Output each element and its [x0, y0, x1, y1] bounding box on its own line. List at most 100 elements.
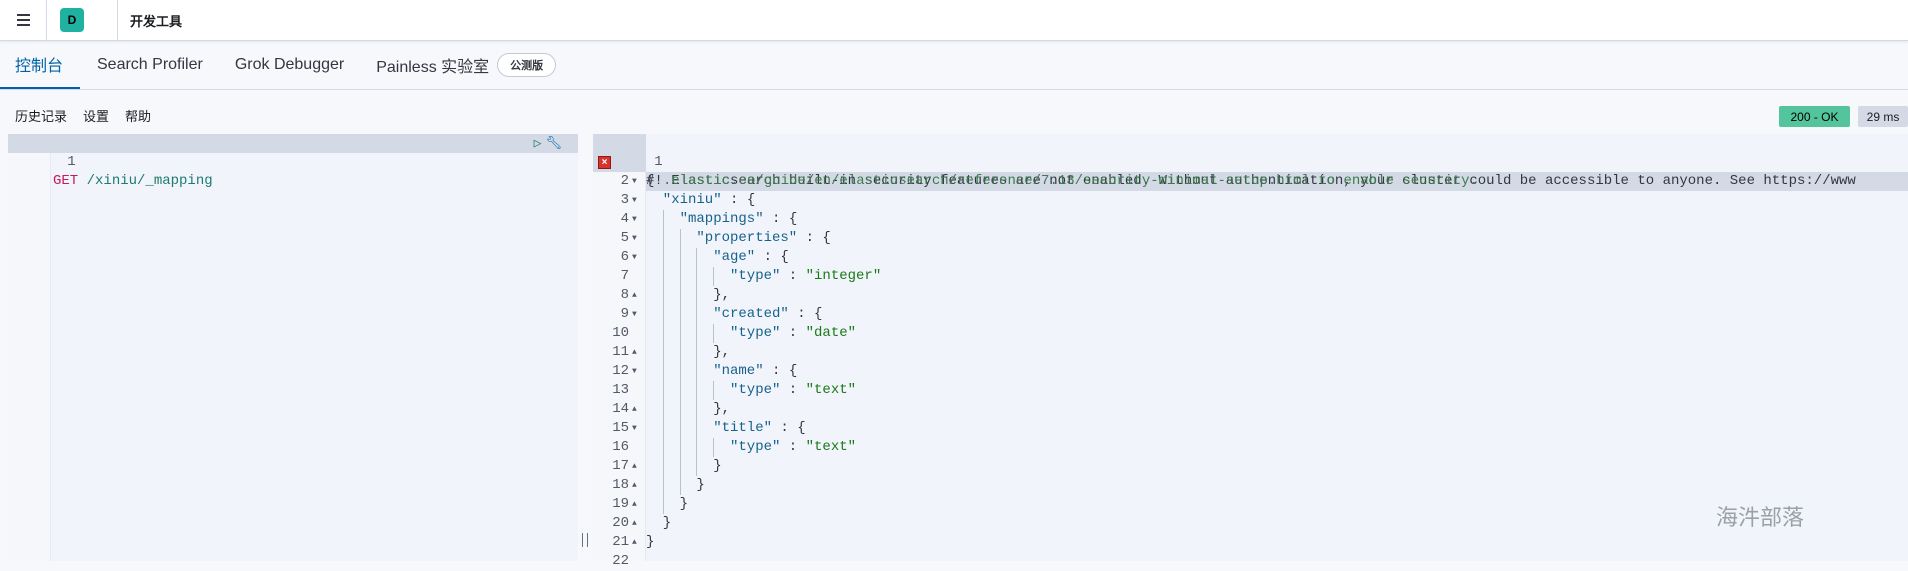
indent-guide — [646, 457, 663, 476]
fold-up-fold-icon[interactable]: ▲ — [632, 457, 637, 476]
indent-guide — [662, 381, 680, 400]
code-text: "properties" : { — [646, 229, 831, 248]
panel-resize-handle[interactable] — [582, 533, 588, 547]
beta-badge: 公测版 — [497, 53, 557, 77]
response-line: 19 ▲} — [593, 495, 1908, 514]
response-line: 9 ▼ "created" : { — [593, 305, 1908, 324]
help-link[interactable]: 帮助 — [125, 106, 151, 125]
fold-down-fold-icon[interactable]: ▼ — [632, 172, 637, 191]
fold-up-fold-icon[interactable]: ▲ — [632, 400, 637, 419]
line-number: 11 — [612, 344, 629, 360]
line-number: 16 — [612, 439, 629, 455]
json-value: "text" — [805, 439, 857, 455]
code-text: "type" : "text" — [646, 438, 856, 457]
json-value: "text" — [805, 382, 857, 398]
settings-link[interactable]: 设置 — [83, 106, 109, 125]
indent-guide — [696, 381, 713, 400]
line-number: 9 — [620, 306, 629, 322]
json-punct: } — [713, 458, 722, 474]
json-punct: : — [780, 268, 806, 284]
space-selector[interactable]: D — [47, 0, 118, 41]
indent-guide — [662, 476, 680, 495]
json-key: "type" — [729, 439, 781, 455]
json-punct: } — [679, 496, 688, 512]
history-link[interactable]: 历史记录 — [15, 106, 67, 125]
code-text: "title" : { — [646, 419, 806, 438]
fold-down-fold-icon[interactable]: ▼ — [632, 210, 637, 229]
play-icon[interactable]: ▷ — [534, 134, 542, 153]
json-punct: }, — [713, 287, 730, 303]
json-key: "mappings" — [679, 211, 764, 227]
fold-down-fold-icon[interactable]: ▼ — [632, 191, 637, 210]
fold-down-fold-icon[interactable]: ▼ — [632, 305, 637, 324]
response-line: 7 "type" : "integer" — [593, 267, 1908, 286]
code-text: "type" : "date" — [646, 324, 856, 343]
fold-down-fold-icon[interactable]: ▼ — [632, 419, 637, 438]
tab-painless-lab[interactable]: Painless 实验室 公测版 — [361, 41, 571, 89]
menu-button[interactable] — [0, 0, 47, 41]
response-line: 17 ▲} — [593, 457, 1908, 476]
fold-up-fold-icon[interactable]: ▲ — [632, 533, 637, 552]
fold-up-fold-icon[interactable]: ▲ — [632, 514, 637, 533]
indent-guide — [662, 400, 680, 419]
tab-label: Painless 实验室 — [376, 59, 490, 76]
fold-down-fold-icon[interactable]: ▼ — [632, 362, 637, 381]
line-number: 12 — [612, 363, 629, 379]
indent-guide — [646, 229, 663, 248]
request-time-badge: 29 ms — [1858, 106, 1908, 127]
response-line: 12 ▼ "name" : { — [593, 362, 1908, 381]
json-key: "properties" — [696, 230, 798, 246]
json-punct: : { — [788, 306, 823, 322]
indent-guide — [646, 343, 663, 362]
indent-guide — [662, 438, 680, 457]
response-line: 13 "type" : "text" — [593, 381, 1908, 400]
indent-guide — [696, 419, 713, 438]
tab-grok-debugger[interactable]: Grok Debugger — [220, 41, 359, 89]
code-text: } — [646, 495, 688, 514]
response-line: 10 "type" : "date" — [593, 324, 1908, 343]
indent-guide — [646, 514, 663, 533]
json-punct: { — [646, 173, 655, 189]
indent-guide — [646, 267, 663, 286]
indent-guide — [679, 305, 697, 324]
response-line: 21 ▲} — [593, 533, 1908, 552]
request-editor[interactable]: 1 GET /xiniu/_mapping ▷ 🔧︎ — [8, 134, 578, 561]
json-punct: }, — [713, 401, 730, 417]
line-number: 4 — [620, 211, 629, 227]
tab-search-profiler[interactable]: Search Profiler — [82, 41, 218, 89]
response-line: 22 — [593, 552, 1908, 571]
request-line[interactable]: 1 GET /xiniu/_mapping ▷ 🔧︎ — [8, 134, 578, 189]
tab-console[interactable]: 控制台 — [0, 41, 80, 89]
code-text: "type" : "integer" — [646, 267, 881, 286]
json-punct: : — [780, 439, 806, 455]
fold-up-fold-icon[interactable]: ▲ — [632, 343, 637, 362]
indent-guide — [679, 381, 697, 400]
line-number: 17 — [612, 458, 629, 474]
json-punct: : { — [763, 211, 798, 227]
code-text: "age" : { — [646, 248, 789, 267]
json-punct: : — [780, 382, 806, 398]
fold-up-fold-icon[interactable]: ▲ — [632, 286, 637, 305]
breadcrumb: 开发工具 — [130, 13, 183, 29]
json-value: "integer" — [805, 268, 882, 284]
indent-guide — [679, 229, 697, 248]
indent-guide — [662, 248, 680, 267]
line-number: 19 — [612, 496, 629, 512]
indent-guide — [662, 229, 680, 248]
code-text: }, — [646, 343, 730, 362]
fold-down-fold-icon[interactable]: ▼ — [632, 248, 637, 267]
indent-guide — [713, 438, 730, 457]
fold-up-fold-icon[interactable]: ▲ — [632, 476, 637, 495]
console-toolbar: 历史记录 设置 帮助 — [0, 106, 151, 125]
space-avatar[interactable]: D — [60, 8, 84, 32]
wrench-icon[interactable]: 🔧︎ — [545, 134, 562, 153]
indent-guide — [662, 324, 680, 343]
indent-guide — [662, 419, 680, 438]
fold-up-fold-icon[interactable]: ▲ — [632, 495, 637, 514]
response-line: 14 ▲}, — [593, 400, 1908, 419]
response-line: 5 ▼ "properties" : { — [593, 229, 1908, 248]
fold-down-fold-icon[interactable]: ▼ — [632, 229, 637, 248]
json-punct: : — [780, 325, 806, 341]
indent-guide — [679, 286, 697, 305]
line-number: 2 — [620, 173, 629, 189]
